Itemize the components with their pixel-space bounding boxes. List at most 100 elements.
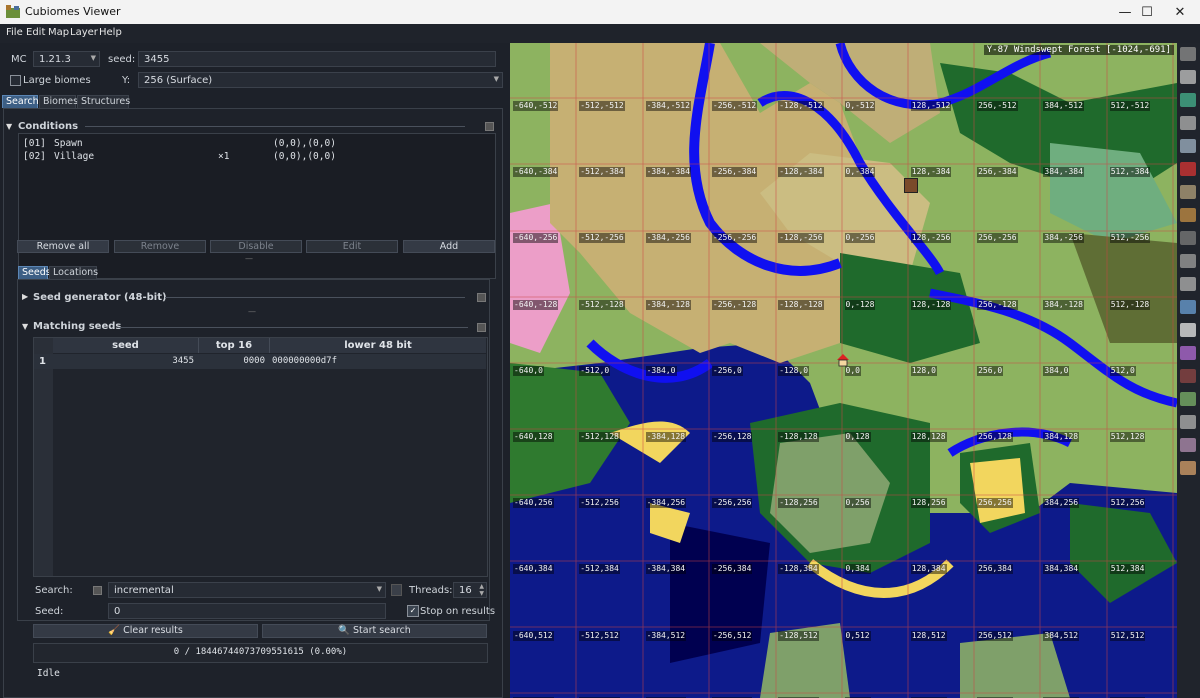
ship-icon[interactable] [1180,392,1196,406]
condition-row[interactable]: [02] Village ×1 (0,0),(0,0) [23,151,491,163]
collapse-arrow-icon[interactable]: ▼ [6,122,12,131]
pin-icon[interactable] [477,293,486,302]
grid-coordinate-label: -256,384 [711,564,753,575]
splitter-handle[interactable]: — [248,307,256,316]
grid-coordinate-label: -384,128 [645,432,687,442]
trail-icon[interactable] [1180,461,1196,475]
add-button[interactable]: Add [403,240,495,253]
window-title: Cubiomes Viewer [25,5,121,18]
close-button[interactable]: ✕ [1160,0,1200,24]
outpost-marker-icon[interactable] [904,178,918,193]
condition-row[interactable]: [01] Spawn (0,0),(0,0) [23,138,491,150]
mc-version-select[interactable]: 1.21.3 ▼ [33,51,100,67]
seed-start-label: Seed: [35,606,64,617]
grid-coordinate-label: -640,-512 [513,101,559,111]
grid-coordinate-label: -384,0 [645,365,677,376]
grid-coordinate-label: -512,-256 [579,233,625,244]
start-search-label: Start search [353,625,411,636]
column-header-top16[interactable]: top 16 [199,338,270,353]
y-level-select[interactable]: 256 (Surface) ▼ [138,72,503,88]
collapse-arrow-icon[interactable]: ▼ [22,322,28,331]
clear-results-button[interactable]: 🧹 Clear results [33,624,258,638]
splitter-handle[interactable]: — [245,254,253,263]
grid-coordinate-label: -128,-512 [778,101,824,111]
left-panel: MC 1.21.3 ▼ seed: 3455 Large biomes Y: 2… [0,43,510,698]
start-search-button[interactable]: 🔍 Start search [262,624,487,638]
grid-coordinate-label: 0,-384 [844,167,876,178]
mansion-icon[interactable] [1180,277,1196,291]
ruin-icon[interactable] [1180,254,1196,268]
close-icon[interactable] [1180,47,1196,61]
y-level-value: 256 (Surface) [144,75,213,86]
condition-area: (0,0),(0,0) [273,151,336,162]
igloo-icon[interactable] [1180,323,1196,337]
seed-start-input[interactable]: 0 [108,603,386,619]
grid-coordinate-label: 0,256 [844,498,871,509]
grid-coordinate-label: -384,-128 [645,299,691,310]
geode-icon[interactable] [1180,438,1196,452]
column-header-lower48[interactable]: lower 48 bit [270,338,486,353]
options-toggle[interactable] [391,584,402,596]
grid-coordinate-label: -512,-384 [579,167,625,178]
grid-coordinate-label: 512,384 [1109,564,1146,575]
menu-edit[interactable]: Edit [26,27,45,38]
tab-search[interactable]: Search [2,95,39,108]
grid-coordinate-label: -640,128 [513,432,554,442]
remove-all-button[interactable]: Remove all [17,240,109,253]
structures-icon[interactable] [1180,70,1196,84]
tab-structures[interactable]: Structures [77,95,130,108]
grid-coordinate-label: 128,256 [910,498,947,509]
grid-coordinate-label: -512,128 [579,432,620,442]
monument-icon[interactable] [1180,300,1196,314]
search-mode-select[interactable]: incremental ▼ [108,582,386,598]
status-text: Idle [37,668,60,679]
pin-icon[interactable] [93,586,102,595]
dots-icon[interactable] [1180,231,1196,245]
end-icon[interactable] [1180,415,1196,429]
column-header-seed[interactable]: seed [53,338,199,353]
divider [118,327,468,328]
stack-icon[interactable] [1180,116,1196,130]
grid-coordinate-label: 384,512 [1043,630,1080,641]
edit-button[interactable]: Edit [306,240,398,253]
grid-icon[interactable] [1180,139,1196,153]
tab-locations[interactable]: Locations [49,266,98,279]
stop-on-results-checkbox[interactable]: ✓ [407,605,419,617]
grid-coordinate-label: 128,0 [910,365,937,376]
menu-map[interactable]: Map [48,27,69,38]
grid-coordinate-label: 256,-384 [977,167,1018,178]
menu-file[interactable]: File [6,27,23,38]
expand-arrow-icon[interactable]: ▶ [22,292,28,301]
remove-button[interactable]: Remove [114,240,206,253]
divider [165,297,465,298]
disable-button[interactable]: Disable [210,240,302,253]
menu-layer[interactable]: Layer [70,27,98,38]
chest-icon[interactable] [1180,208,1196,222]
tab-biomes[interactable]: Biomes [39,95,78,108]
search-label: Search: [35,585,73,596]
grid-coordinate-label: -256,128 [711,432,753,442]
grid-coordinate-label: -512,512 [579,630,620,641]
seed-input[interactable]: 3455 [138,51,496,67]
grid-coordinate-label: 256,-256 [977,233,1018,244]
grid-coordinate-label: -384,-256 [645,233,691,244]
pin-icon[interactable] [477,323,486,332]
village-marker-icon[interactable] [836,353,850,367]
biome-map[interactable]: -640,-512 -512,-512 -384,-512 -256,-512 -128… [510,43,1177,698]
grid-coordinate-label: 256,-512 [977,101,1018,111]
row-index: 1 [39,356,46,367]
grid-coordinate-label: 384,256 [1043,498,1080,509]
outpost-icon[interactable] [1180,185,1196,199]
large-biomes-checkbox[interactable] [10,75,21,86]
table-row[interactable]: 1 3455 0000 000000000d7f [34,354,486,369]
grid-coordinate-label: 256,-128 [977,299,1018,310]
fortress-icon[interactable] [1180,369,1196,383]
village-icon[interactable] [1180,162,1196,176]
threads-spinbox[interactable]: 16 ▲ ▼ [453,582,487,598]
menu-help[interactable]: Help [99,27,122,38]
pin-icon[interactable] [485,122,494,131]
tab-seeds[interactable]: Seeds [18,266,51,279]
grid-coordinate-label: 384,-128 [1043,299,1084,310]
map-icon[interactable] [1180,93,1196,107]
portal-icon[interactable] [1180,346,1196,360]
